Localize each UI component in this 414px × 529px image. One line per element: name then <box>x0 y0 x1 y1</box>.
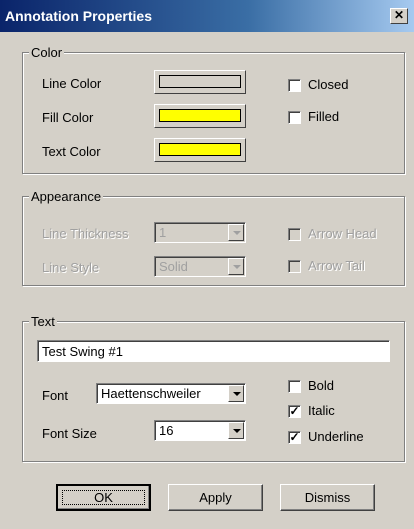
chevron-down-icon <box>233 392 241 396</box>
line-thickness-value: 1 <box>159 225 167 240</box>
annotation-properties-dialog: Annotation Properties ✕ Color Line Color… <box>0 0 414 529</box>
font-size-select[interactable]: 16 <box>154 420 246 441</box>
dismiss-button-label: Dismiss <box>304 490 351 505</box>
fill-color-button[interactable] <box>154 104 246 128</box>
checkmark-icon: ✓ <box>289 404 300 418</box>
line-style-label: Line Style <box>42 260 100 275</box>
filled-checkbox[interactable] <box>288 111 301 124</box>
italic-checkbox[interactable]: ✓ <box>288 405 301 418</box>
filled-label: Filled <box>308 109 340 124</box>
line-style-value: Solid <box>159 259 188 274</box>
chevron-down-icon <box>233 429 241 433</box>
chevron-down-icon <box>233 265 241 269</box>
line-thickness-label: Line Thickness <box>42 226 129 241</box>
apply-button[interactable]: Apply <box>168 484 263 511</box>
ok-button[interactable]: OK <box>56 484 151 511</box>
line-style-dropdown-button[interactable] <box>228 258 244 275</box>
font-size-label: Font Size <box>42 426 97 441</box>
line-style-select[interactable]: Solid <box>154 256 246 277</box>
fill-color-swatch <box>159 109 241 122</box>
dismiss-button[interactable]: Dismiss <box>280 484 375 511</box>
font-size-dropdown-button[interactable] <box>228 422 244 439</box>
arrow-head-label: Arrow Head <box>308 226 377 241</box>
text-color-button[interactable] <box>154 138 246 162</box>
font-value: Haettenschweiler <box>101 386 201 401</box>
text-color-label: Text Color <box>42 144 101 159</box>
close-button[interactable]: ✕ <box>390 8 408 24</box>
font-select[interactable]: Haettenschweiler <box>96 383 246 404</box>
fill-color-label: Fill Color <box>42 110 94 125</box>
italic-label: Italic <box>308 403 335 418</box>
underline-label: Underline <box>308 429 364 444</box>
annotation-text-input[interactable] <box>37 340 390 362</box>
closed-label: Closed <box>308 77 349 92</box>
closed-checkbox[interactable] <box>288 79 301 92</box>
bold-label: Bold <box>308 378 335 393</box>
bold-checkbox[interactable] <box>288 380 301 393</box>
line-color-button[interactable] <box>154 70 246 94</box>
window-title: Annotation Properties <box>5 8 153 24</box>
chevron-down-icon <box>233 231 241 235</box>
font-dropdown-button[interactable] <box>228 385 244 402</box>
text-group-legend: Text <box>29 314 57 329</box>
font-label: Font <box>42 388 69 403</box>
line-color-label: Line Color <box>42 76 102 91</box>
close-icon: ✕ <box>393 8 405 22</box>
apply-button-label: Apply <box>199 490 232 505</box>
arrow-head-checkbox[interactable] <box>288 228 301 241</box>
font-size-value: 16 <box>159 423 174 438</box>
color-group-legend: Color <box>29 45 65 60</box>
text-color-swatch <box>159 143 241 156</box>
line-thickness-select[interactable]: 1 <box>154 222 246 243</box>
line-color-swatch <box>159 75 241 88</box>
appearance-group-legend: Appearance <box>29 189 104 204</box>
underline-checkbox[interactable]: ✓ <box>288 431 301 444</box>
arrow-tail-label: Arrow Tail <box>308 258 365 273</box>
arrow-tail-checkbox[interactable] <box>288 260 301 273</box>
title-bar[interactable]: Annotation Properties ✕ <box>0 0 414 32</box>
ok-button-label: OK <box>94 490 113 505</box>
line-thickness-dropdown-button[interactable] <box>228 224 244 241</box>
checkmark-icon: ✓ <box>289 430 300 444</box>
